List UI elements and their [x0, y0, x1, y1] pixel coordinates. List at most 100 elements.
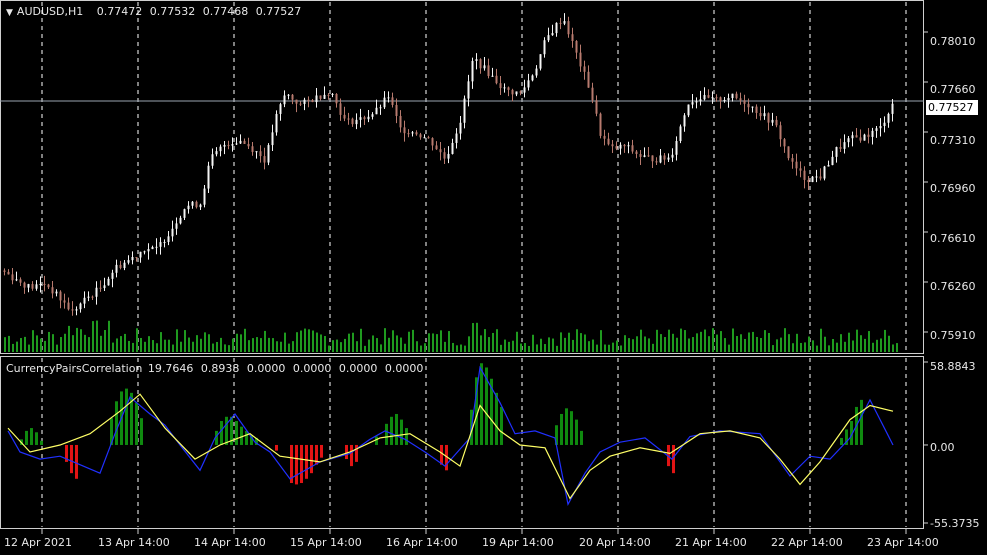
volume-bar — [532, 334, 534, 352]
histogram-bar — [570, 411, 573, 445]
volume-bar — [676, 337, 678, 352]
volume-bar — [56, 344, 58, 352]
volume-bar — [36, 335, 38, 352]
candle-body — [91, 296, 94, 298]
histogram-bar — [350, 444, 353, 467]
volume-bar — [760, 338, 762, 352]
dropdown-triangle-icon[interactable]: ▼ — [6, 8, 13, 18]
candle-body — [155, 246, 158, 248]
volume-bar — [456, 345, 458, 352]
volume-bar — [444, 341, 446, 352]
candle-body — [707, 95, 710, 98]
volume-bar — [528, 345, 530, 352]
histogram-bar — [860, 399, 863, 445]
volume-bar — [84, 334, 86, 352]
candle-body — [351, 118, 354, 125]
volume-bar — [212, 343, 214, 352]
volume-bar — [96, 320, 98, 352]
candle-body — [83, 297, 86, 304]
candle-body — [623, 144, 626, 147]
volume-bar — [304, 328, 306, 352]
histogram-bar — [125, 388, 128, 445]
histogram-bar — [400, 419, 403, 445]
volume-bar — [660, 334, 662, 352]
volume-bar — [208, 334, 210, 352]
candle-body — [31, 284, 34, 289]
volume-bar — [628, 338, 630, 352]
candle-body — [519, 91, 522, 93]
candle-body — [39, 283, 42, 285]
candle-body — [663, 155, 666, 160]
candle-body — [583, 66, 586, 72]
volume-bar — [356, 341, 358, 352]
volume-bar — [656, 329, 658, 352]
candle-body — [499, 83, 502, 89]
volume-bar — [396, 335, 398, 352]
candle-body — [327, 94, 330, 96]
volume-bar — [572, 339, 574, 352]
candle-body — [303, 99, 306, 104]
volume-bar — [72, 335, 74, 352]
candle-body — [219, 146, 222, 152]
candle-body — [699, 99, 702, 102]
volume-bar — [68, 325, 70, 352]
volume-bar — [324, 336, 326, 352]
indicator-header: CurrencyPairsCorrelation 19.7646 0.8938 … — [6, 362, 427, 375]
volume-bar — [24, 336, 26, 352]
volume-bar — [596, 344, 598, 352]
candle-body — [843, 142, 846, 149]
candle-body — [355, 119, 358, 125]
volume-bar — [152, 340, 154, 352]
indicator-value: 0.0000 — [338, 362, 378, 375]
candle-body — [159, 242, 162, 247]
volume-bar — [220, 337, 222, 352]
candle-body — [251, 146, 254, 152]
volume-bar — [808, 336, 810, 352]
candle-body — [391, 97, 394, 105]
volume-bar — [392, 330, 394, 352]
volume-bar — [600, 330, 602, 352]
volume-bar — [4, 337, 6, 352]
candle-body — [439, 149, 442, 153]
candle-body — [839, 147, 842, 149]
volume-bar — [568, 332, 570, 352]
volume-bar — [104, 330, 106, 352]
time-tick-label: 13 Apr 14:00 — [98, 536, 170, 549]
volume-bar — [880, 338, 882, 352]
candle-body — [335, 93, 338, 104]
candle-body — [347, 118, 350, 120]
volume-bar — [40, 338, 42, 352]
volume-bar — [108, 320, 110, 352]
volume-bar — [728, 344, 730, 352]
histogram-bar — [295, 444, 298, 485]
candle-body — [639, 154, 642, 157]
price-tick-label: 0.76960 — [930, 182, 976, 195]
candle-body — [435, 145, 438, 150]
candle-body — [791, 158, 794, 162]
candle-body — [175, 223, 178, 229]
volume-bar — [500, 344, 502, 352]
volume-bar — [276, 341, 278, 352]
candle-body — [15, 279, 18, 281]
candle-body — [383, 97, 386, 108]
volume-bar — [848, 332, 850, 352]
candle-body — [299, 103, 302, 105]
volume-bar — [888, 335, 890, 352]
volume-bar — [412, 329, 414, 352]
candle-body — [71, 309, 74, 311]
candle-body — [167, 236, 170, 243]
candle-body — [275, 113, 278, 133]
candle-body — [211, 154, 214, 166]
histogram-bar — [30, 428, 33, 445]
volume-bar — [720, 331, 722, 352]
candle-body — [359, 117, 362, 120]
candle-body — [131, 257, 134, 261]
candle-body — [727, 98, 730, 100]
volume-bar — [428, 333, 430, 352]
candle-body — [375, 107, 378, 115]
candle-body — [447, 153, 450, 159]
volume-bar — [200, 338, 202, 352]
volume-bar — [264, 330, 266, 352]
volume-bar — [460, 344, 462, 352]
volume-bar — [784, 328, 786, 352]
